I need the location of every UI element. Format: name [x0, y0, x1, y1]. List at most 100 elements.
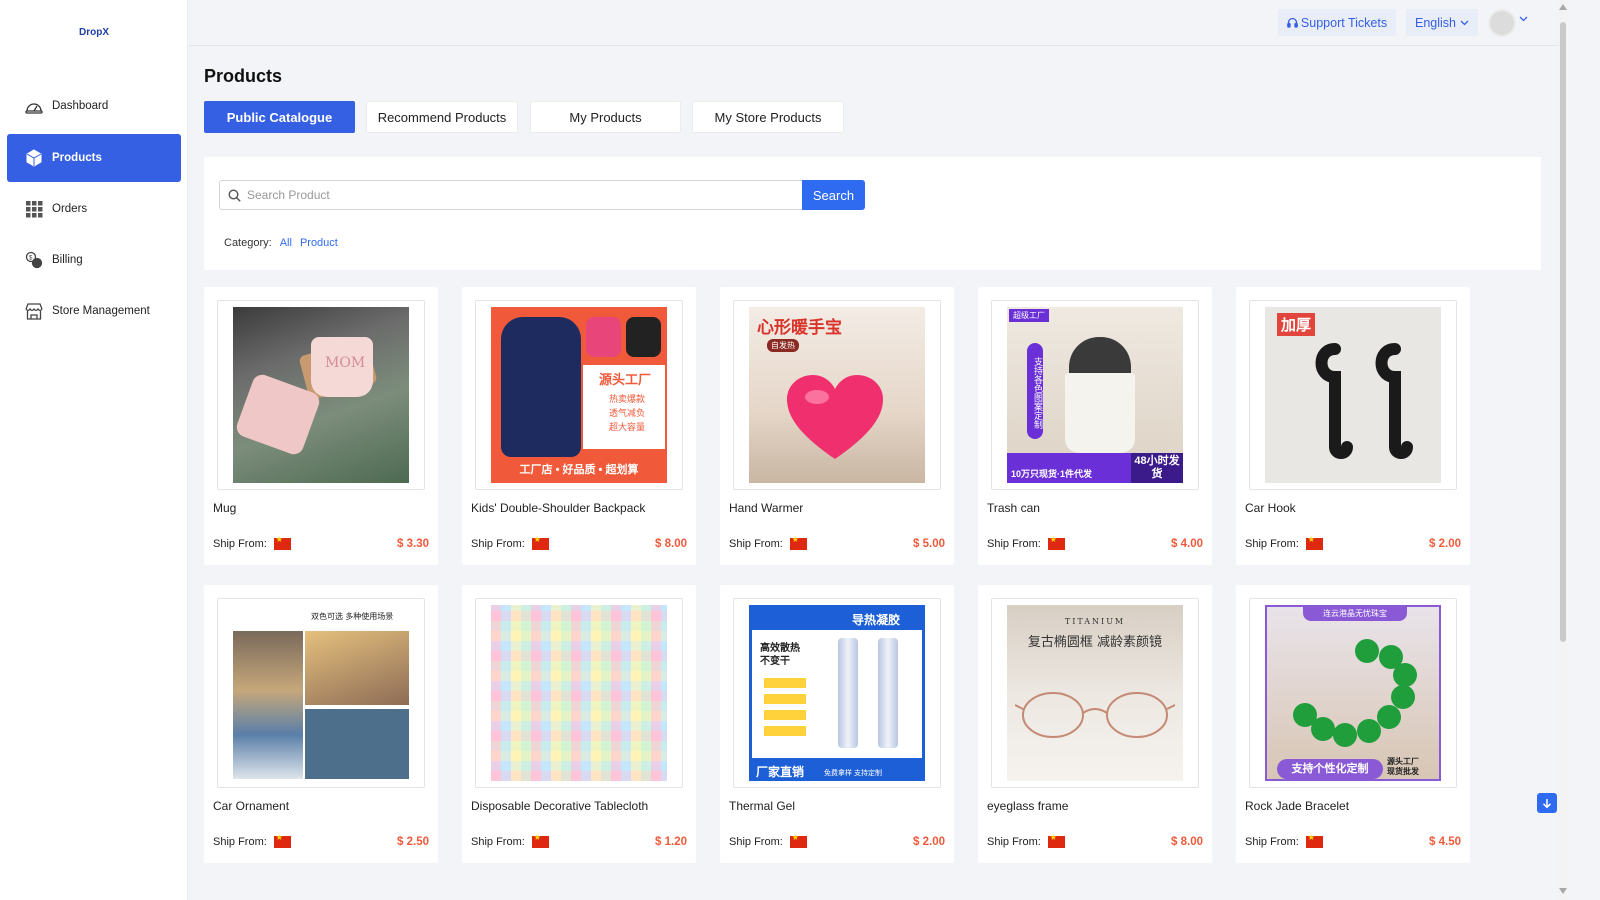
- product-price: $ 2.00: [1429, 538, 1461, 550]
- ship-from: Ship From:: [213, 535, 291, 550]
- support-tickets-button[interactable]: Support Tickets: [1278, 9, 1396, 36]
- product-name[interactable]: Kids' Double-Shoulder Backpack: [471, 501, 645, 515]
- image-text: 10万只现货·1件代发: [1011, 469, 1093, 479]
- sidebar-item-products[interactable]: Products: [7, 134, 181, 182]
- product-card[interactable]: 心形暖手宝 自发热 Hand Warmer Ship From: $ 5.00: [720, 287, 954, 565]
- image-text: 双色可选 多种使用场景: [311, 612, 394, 621]
- sidebar-item-label: Products: [52, 152, 102, 164]
- china-flag-icon: [273, 833, 291, 848]
- product-name[interactable]: Mug: [213, 501, 236, 515]
- china-flag-icon: [1047, 833, 1065, 848]
- ship-from: Ship From:: [1245, 535, 1323, 550]
- user-avatar-icon[interactable]: [1488, 9, 1516, 37]
- product-price: $ 3.30: [397, 538, 429, 550]
- product-image-frame[interactable]: 超级工厂 支持各色图案定制 10万只现货·1件代发 48小时发货: [991, 300, 1199, 490]
- product-image-frame[interactable]: 加厚: [1249, 300, 1457, 490]
- product-price: $ 1.20: [655, 836, 687, 848]
- product-image-frame[interactable]: [475, 598, 683, 788]
- product-card[interactable]: 超级工厂 支持各色图案定制 10万只现货·1件代发 48小时发货 Trash c…: [978, 287, 1212, 565]
- product-price: $ 2.00: [913, 836, 945, 848]
- ship-from: Ship From:: [987, 833, 1065, 848]
- ship-from-label: Ship From:: [1245, 836, 1299, 848]
- image-text: 复古椭圆框 减龄素颜镜: [1027, 635, 1163, 650]
- page-scrollbar[interactable]: [1558, 0, 1568, 900]
- support-tickets-label: Support Tickets: [1300, 15, 1388, 30]
- china-flag-icon: [1305, 833, 1323, 848]
- image-text: 现货批发: [1387, 767, 1419, 776]
- product-card[interactable]: 加厚 Car Hook Ship From: $ 2.00: [1236, 287, 1470, 565]
- image-text: 透气减负: [609, 408, 646, 418]
- product-price: $ 4.00: [1171, 538, 1203, 550]
- sidebar-item-dashboard[interactable]: Dashboard: [7, 82, 181, 130]
- product-card[interactable]: 双色可选 多种使用场景 Car Ornament Ship From: $ 2.…: [204, 585, 438, 863]
- image-text: 超大容量: [609, 422, 646, 432]
- product-name[interactable]: Car Ornament: [213, 799, 289, 813]
- language-select[interactable]: English: [1406, 9, 1478, 36]
- product-image-frame[interactable]: 连云港晶无忧珠宝 支持个性化定制 源头工厂 现货批发: [1249, 598, 1457, 788]
- image-text: 连云港晶无忧珠宝: [1303, 607, 1407, 621]
- sidebar-item-store-management[interactable]: Store Management: [7, 287, 181, 335]
- category-option-all[interactable]: All: [280, 237, 292, 249]
- ship-from-label: Ship From:: [987, 538, 1041, 550]
- scrollbar-thumb[interactable]: [1560, 22, 1566, 642]
- tab-my-products[interactable]: My Products: [530, 101, 681, 133]
- image-text: 心形暖手宝: [757, 318, 842, 337]
- image-text: 不变干: [760, 656, 790, 667]
- sidebar-item-orders[interactable]: Orders: [7, 185, 181, 233]
- product-name[interactable]: eyeglass frame: [987, 799, 1068, 813]
- ship-from-label: Ship From:: [213, 538, 267, 550]
- tab-public-catalogue[interactable]: Public Catalogue: [204, 101, 355, 133]
- sidebar-item-label: Billing: [52, 254, 83, 266]
- china-flag-icon: [789, 833, 807, 848]
- headset-icon: [1287, 17, 1298, 29]
- china-flag-icon: [789, 535, 807, 550]
- sidebar-item-billing[interactable]: $ Billing: [7, 236, 181, 284]
- product-card[interactable]: 导热凝胶 高效散热 不变干 厂家直销 免费拿样 支持定制 Thermal Gel…: [720, 585, 954, 863]
- category-option-product[interactable]: Product: [300, 237, 338, 249]
- sidebar-item-label: Orders: [52, 203, 88, 215]
- app-logo[interactable]: DropX: [0, 27, 188, 38]
- product-card[interactable]: TITANIUM 复古椭圆框 减龄素颜镜 eyeglass frame Ship…: [978, 585, 1212, 863]
- product-card[interactable]: MOM Mug Ship From: $ 3.30: [204, 287, 438, 565]
- product-name[interactable]: Trash can: [987, 501, 1040, 515]
- dashboard-gauge-icon: [24, 96, 44, 116]
- product-image-frame[interactable]: 导热凝胶 高效散热 不变干 厂家直销 免费拿样 支持定制: [733, 598, 941, 788]
- tab-my-store-products[interactable]: My Store Products: [692, 101, 844, 133]
- scroll-to-bottom-button[interactable]: [1537, 793, 1557, 813]
- scroll-up-arrow-icon[interactable]: [1559, 4, 1567, 10]
- search-input[interactable]: [247, 188, 787, 202]
- product-name[interactable]: Hand Warmer: [729, 501, 803, 515]
- ship-from-label: Ship From:: [213, 836, 267, 848]
- product-name[interactable]: Car Hook: [1245, 501, 1296, 515]
- ship-from: Ship From:: [987, 535, 1065, 550]
- tab-recommend-products[interactable]: Recommend Products: [366, 101, 518, 133]
- product-image: 双色可选 多种使用场景: [233, 605, 409, 781]
- product-image-frame[interactable]: MOM: [217, 300, 425, 490]
- search-button[interactable]: Search: [802, 180, 865, 210]
- image-text: 支持各色图案定制: [1027, 343, 1043, 439]
- image-text: 超级工厂: [1009, 309, 1049, 322]
- product-image: 超级工厂 支持各色图案定制 10万只现货·1件代发 48小时发货: [1007, 307, 1183, 483]
- product-name[interactable]: Disposable Decorative Tablecloth: [471, 799, 648, 813]
- product-card[interactable]: 源头工厂 热卖爆款 透气减负 超大容量 工厂店 • 好品质 • 超划算 Kids…: [462, 287, 696, 565]
- product-image-frame[interactable]: 心形暖手宝 自发热: [733, 300, 941, 490]
- image-text: 高效散热: [760, 643, 800, 654]
- chevron-down-icon[interactable]: [1519, 14, 1528, 25]
- scroll-down-arrow-icon[interactable]: [1559, 888, 1567, 894]
- product-name[interactable]: Thermal Gel: [729, 799, 795, 813]
- china-flag-icon: [531, 535, 549, 550]
- store-icon: [24, 301, 44, 321]
- product-image: MOM: [233, 307, 409, 483]
- search-box[interactable]: [219, 180, 803, 210]
- product-image-frame[interactable]: 源头工厂 热卖爆款 透气减负 超大容量 工厂店 • 好品质 • 超划算: [475, 300, 683, 490]
- product-card[interactable]: 连云港晶无忧珠宝 支持个性化定制 源头工厂 现货批发 Rock Jade Bra…: [1236, 585, 1470, 863]
- product-name[interactable]: Rock Jade Bracelet: [1245, 799, 1349, 813]
- product-card[interactable]: Disposable Decorative Tablecloth Ship Fr…: [462, 585, 696, 863]
- china-flag-icon: [273, 535, 291, 550]
- ship-from-label: Ship From:: [471, 538, 525, 550]
- category-label: Category:: [224, 237, 272, 249]
- ship-from: Ship From:: [729, 833, 807, 848]
- product-image-frame[interactable]: 双色可选 多种使用场景: [217, 598, 425, 788]
- image-text: 热卖爆款: [609, 394, 646, 404]
- product-image-frame[interactable]: TITANIUM 复古椭圆框 减龄素颜镜: [991, 598, 1199, 788]
